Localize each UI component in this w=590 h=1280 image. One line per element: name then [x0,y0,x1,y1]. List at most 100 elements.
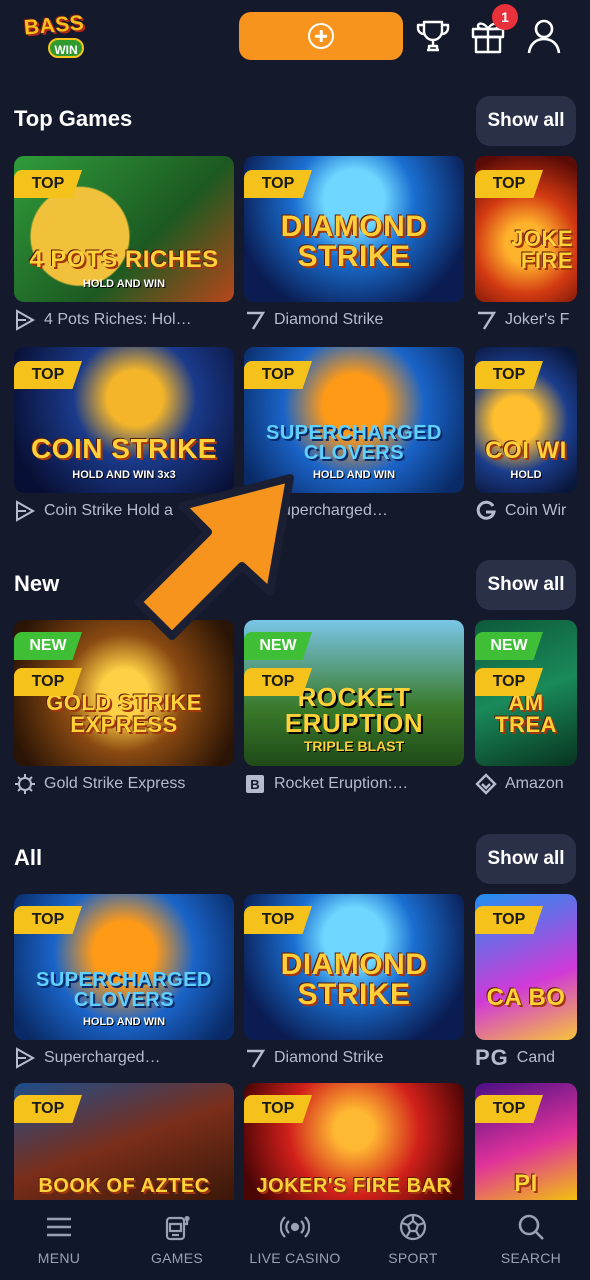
game-card-pink[interactable]: PI TOP [475,1083,577,1200]
game-title: 4 Pots Riches: Hol… [44,311,192,328]
game-thumbnail[interactable]: DIAMOND STRIKE TOP [244,156,464,302]
nav-label: MENU [37,1250,81,1266]
game-caption[interactable]: Coin Wir [475,499,577,523]
game-card-supercharged-clovers[interactable]: SUPERCHARGED CLOVERS HOLD AND WIN TOP Su… [14,894,234,1070]
user-profile-icon[interactable] [524,16,564,56]
game-caption[interactable]: Supercharged… [14,1046,234,1070]
game-title: Amazon [505,775,564,792]
top-tag: TOP [244,1095,312,1123]
art-title: DIAMOND STRIKE [280,948,428,1011]
game-card-diamond-strike[interactable]: DIAMOND STRIKE TOP Diamond Strike [244,156,464,332]
game-caption[interactable]: Diamond Strike [244,1046,464,1070]
section-title-top-games: Top Games [14,106,133,131]
top-tag: TOP [475,1095,543,1123]
game-thumbnail[interactable]: DIAMOND STRIKE TOP [244,894,464,1040]
art-title: PI [514,1170,538,1197]
game-title: Cand [516,1049,556,1066]
art-title: SUPERCHARGED CLOVERS [265,422,443,464]
game-thumbnail[interactable]: BOOK OF AZTEC TOP [14,1083,234,1200]
game-caption[interactable]: Joker's F [475,308,577,332]
game-title: Diamond Strike [274,1049,384,1066]
art-title: GOLD STRIKE EXPRESS [46,690,202,737]
nav-sport[interactable]: SPORT [358,1212,468,1266]
game-card-diamond-strike[interactable]: DIAMOND STRIKE TOP Diamond Strike [244,894,464,1070]
game-caption[interactable]: 4 Pots Riches: Hol… [14,308,234,332]
game-thumbnail[interactable]: 4 POTS RICHES HOLD AND WIN TOP [14,156,234,302]
show-all-all-button[interactable]: Show all [476,834,576,884]
svg-text:B: B [250,777,259,792]
game-title: Supercharged… [44,1049,161,1066]
top-header: BASS WIN 1 [0,0,590,80]
game-caption[interactable]: Amazon [475,772,577,796]
top-tag: TOP [475,361,543,389]
bass-win-logo[interactable]: BASS WIN [22,11,98,58]
nav-search[interactable]: SEARCH [476,1212,586,1266]
game-caption[interactable]: PG Cand [475,1046,577,1070]
slot-machine-icon [165,1215,190,1241]
gift-icon[interactable]: 1 [468,4,518,56]
game-title: Rocket Eruption:… [274,775,409,792]
game-card-4-pots-riches[interactable]: 4 POTS RICHES HOLD AND WIN TOP 4 Pots Ri… [14,156,234,332]
game-caption[interactable]: Diamond Strike [244,308,464,332]
art-title: JOKER'S FIRE BAR [256,1175,452,1197]
b-provider-icon: B [246,775,264,793]
pointer-arrow-icon [134,474,294,640]
menu-icon [47,1217,71,1237]
seven-provider-icon [247,1049,266,1068]
game-thumbnail[interactable]: PI TOP [475,1083,577,1200]
game-thumbnail[interactable]: JOKER'S FIRE BAR TOP [244,1083,464,1200]
game-title: Gold Strike Express [44,775,186,792]
game-thumbnail[interactable]: CA BO TOP [475,894,577,1040]
show-all-top-games-button[interactable]: Show all [476,96,576,146]
show-all-new-button[interactable]: Show all [476,560,576,610]
top-tag: TOP [244,361,312,389]
top-tag: TOP [14,906,82,934]
game-card-coin-win[interactable]: COI WI HOLD TOP Coin Wir [475,347,577,523]
new-tag: NEW [14,632,82,660]
art-title: CA BO [486,984,566,1011]
game-thumbnail[interactable]: JOKE FIRE TOP [475,156,577,302]
seven-provider-icon [247,311,266,330]
logo-text-bass: BASS [23,11,86,40]
nav-live-casino[interactable]: LIVE CASINO [240,1212,350,1266]
play-provider-icon [16,500,36,522]
top-tag: TOP [14,170,82,198]
top-tag: TOP [244,906,312,934]
nav-menu[interactable]: MENU [4,1212,114,1266]
nav-label: SPORT [388,1250,438,1266]
deposit-button[interactable] [239,12,403,60]
game-thumbnail[interactable]: AM TREA NEW TOP [475,620,577,766]
game-card-jokers-fire[interactable]: JOKE FIRE TOP Joker's F [475,156,577,332]
game-card-book-of-aztec[interactable]: BOOK OF AZTEC TOP [14,1083,234,1200]
notification-badge: 1 [492,4,518,30]
trophy-icon[interactable] [413,16,453,56]
game-title: Coin Wir [505,502,567,519]
art-subtitle: TRIPLE BLAST [303,738,405,754]
game-thumbnail[interactable]: SUPERCHARGED CLOVERS HOLD AND WIN TOP [14,894,234,1040]
art-subtitle: HOLD AND WIN [82,1016,166,1028]
section-title-all: All [14,845,43,870]
seven-provider-icon [478,311,497,330]
live-broadcast-icon [280,1216,310,1238]
game-card-amazon[interactable]: AM TREA NEW TOP Amazon [475,620,577,796]
new-tag: NEW [475,632,543,660]
game-caption[interactable]: B Rocket Eruption:… [244,772,464,796]
plus-circle-icon [308,23,334,49]
play-provider-icon [16,309,36,331]
game-title: Joker's F [505,311,570,328]
art-title: SUPERCHARGED CLOVERS [35,969,213,1011]
top-tag: TOP [475,170,543,198]
art-title: JOKE FIRE [511,226,573,273]
game-caption[interactable]: Gold Strike Express [14,772,234,796]
soccer-ball-icon [399,1213,427,1241]
pg-provider-logo: PG [475,1046,509,1070]
nav-label: SEARCH [500,1250,562,1266]
game-card-jokers-fire-bar[interactable]: JOKER'S FIRE BAR TOP [244,1083,464,1200]
nav-games[interactable]: GAMES [122,1212,232,1266]
logo-text-win: WIN [48,38,84,58]
game-thumbnail[interactable]: COI WI HOLD TOP [475,347,577,493]
diamond-provider-icon [475,773,497,795]
game-card-candy-bonanza[interactable]: CA BO TOP PG Cand [475,894,577,1070]
top-tag: TOP [475,668,543,696]
nav-label: LIVE CASINO [249,1250,341,1266]
